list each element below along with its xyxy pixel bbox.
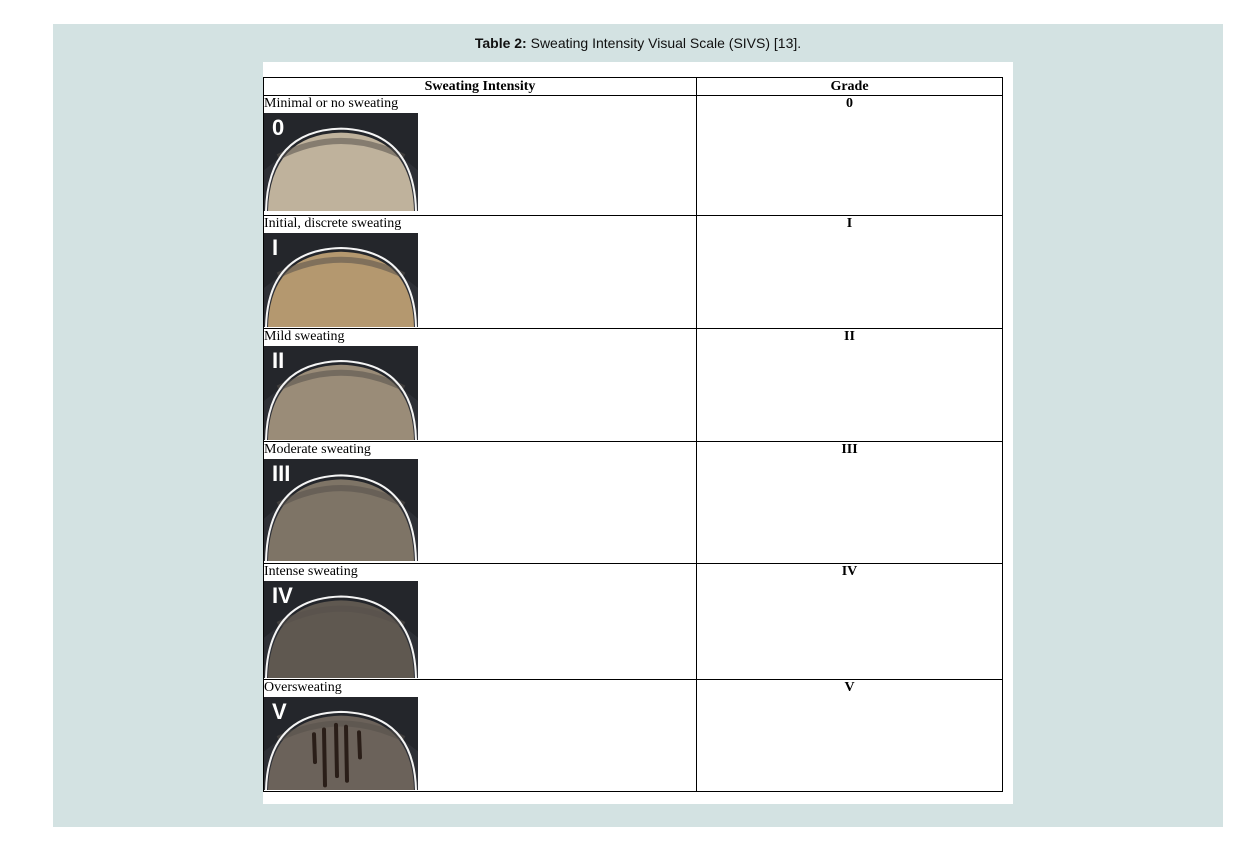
table-row: Oversweating V V	[263, 679, 1003, 792]
forehead-photo: IV	[264, 581, 418, 678]
header-grade: Grade	[696, 77, 1003, 96]
photo-grade-label: 0	[272, 115, 285, 140]
intensity-cell: Initial, discrete sweating I	[263, 215, 697, 329]
grade-cell: I	[696, 215, 1003, 329]
intensity-label: Moderate sweating	[264, 442, 371, 457]
grade-cell: 0	[696, 95, 1003, 216]
sweat-drip	[357, 730, 362, 760]
forehead-photo: II	[264, 346, 418, 440]
forehead-photo: III	[264, 459, 418, 561]
intensity-label: Mild sweating	[264, 329, 345, 344]
forehead-illustration	[264, 346, 418, 440]
table-row: Minimal or no sweating 0 0	[263, 95, 1003, 216]
photo-grade-label: V	[272, 699, 287, 724]
forehead-photo: V	[264, 697, 418, 790]
intensity-label: Intense sweating	[264, 564, 358, 579]
intensity-cell: Oversweating V	[263, 679, 697, 792]
intensity-cell: Intense sweating IV	[263, 563, 697, 680]
intensity-cell: Mild sweating II	[263, 328, 697, 442]
grade-cell: V	[696, 679, 1003, 792]
header-row: Sweating Intensity Grade	[263, 77, 1003, 96]
intensity-label: Minimal or no sweating	[264, 96, 399, 111]
table-row: Moderate sweating III III	[263, 441, 1003, 564]
sweat-drip	[322, 727, 327, 788]
caption-text: Sweating Intensity Visual Scale (SIVS) […	[526, 35, 802, 51]
forehead-photo: 0	[264, 113, 418, 211]
table-caption: Table 2: Sweating Intensity Visual Scale…	[53, 35, 1223, 51]
intensity-label: Initial, discrete sweating	[264, 216, 402, 231]
photo-grade-label: II	[272, 348, 285, 373]
figure-panel: Table 2: Sweating Intensity Visual Scale…	[53, 24, 1223, 827]
forehead-illustration	[264, 233, 418, 327]
intensity-cell: Moderate sweating III	[263, 441, 697, 564]
grade-cell: IV	[696, 563, 1003, 680]
forehead-illustration	[264, 697, 418, 790]
intensity-label: Oversweating	[264, 680, 342, 695]
forehead-illustration	[264, 113, 418, 211]
grade-cell: II	[696, 328, 1003, 442]
forehead-photo: I	[264, 233, 418, 327]
sweat-drip	[344, 724, 349, 783]
table-image: Sweating Intensity Grade Minimal or no s…	[263, 62, 1013, 804]
grade-cell: III	[696, 441, 1003, 564]
intensity-cell: Minimal or no sweating 0	[263, 95, 697, 216]
sivs-table: Sweating Intensity Grade Minimal or no s…	[263, 77, 1003, 792]
photo-grade-label: I	[272, 235, 279, 260]
photo-grade-label: IV	[272, 583, 293, 608]
sweat-drip	[312, 732, 317, 765]
table-row: Intense sweating IV IV	[263, 563, 1003, 680]
caption-label: Table 2:	[474, 35, 527, 51]
photo-grade-label: III	[272, 461, 291, 486]
sweat-drip	[334, 722, 339, 779]
header-sweating-intensity: Sweating Intensity	[263, 77, 697, 96]
table-row: Initial, discrete sweating I I	[263, 215, 1003, 329]
table-row: Mild sweating II II	[263, 328, 1003, 442]
